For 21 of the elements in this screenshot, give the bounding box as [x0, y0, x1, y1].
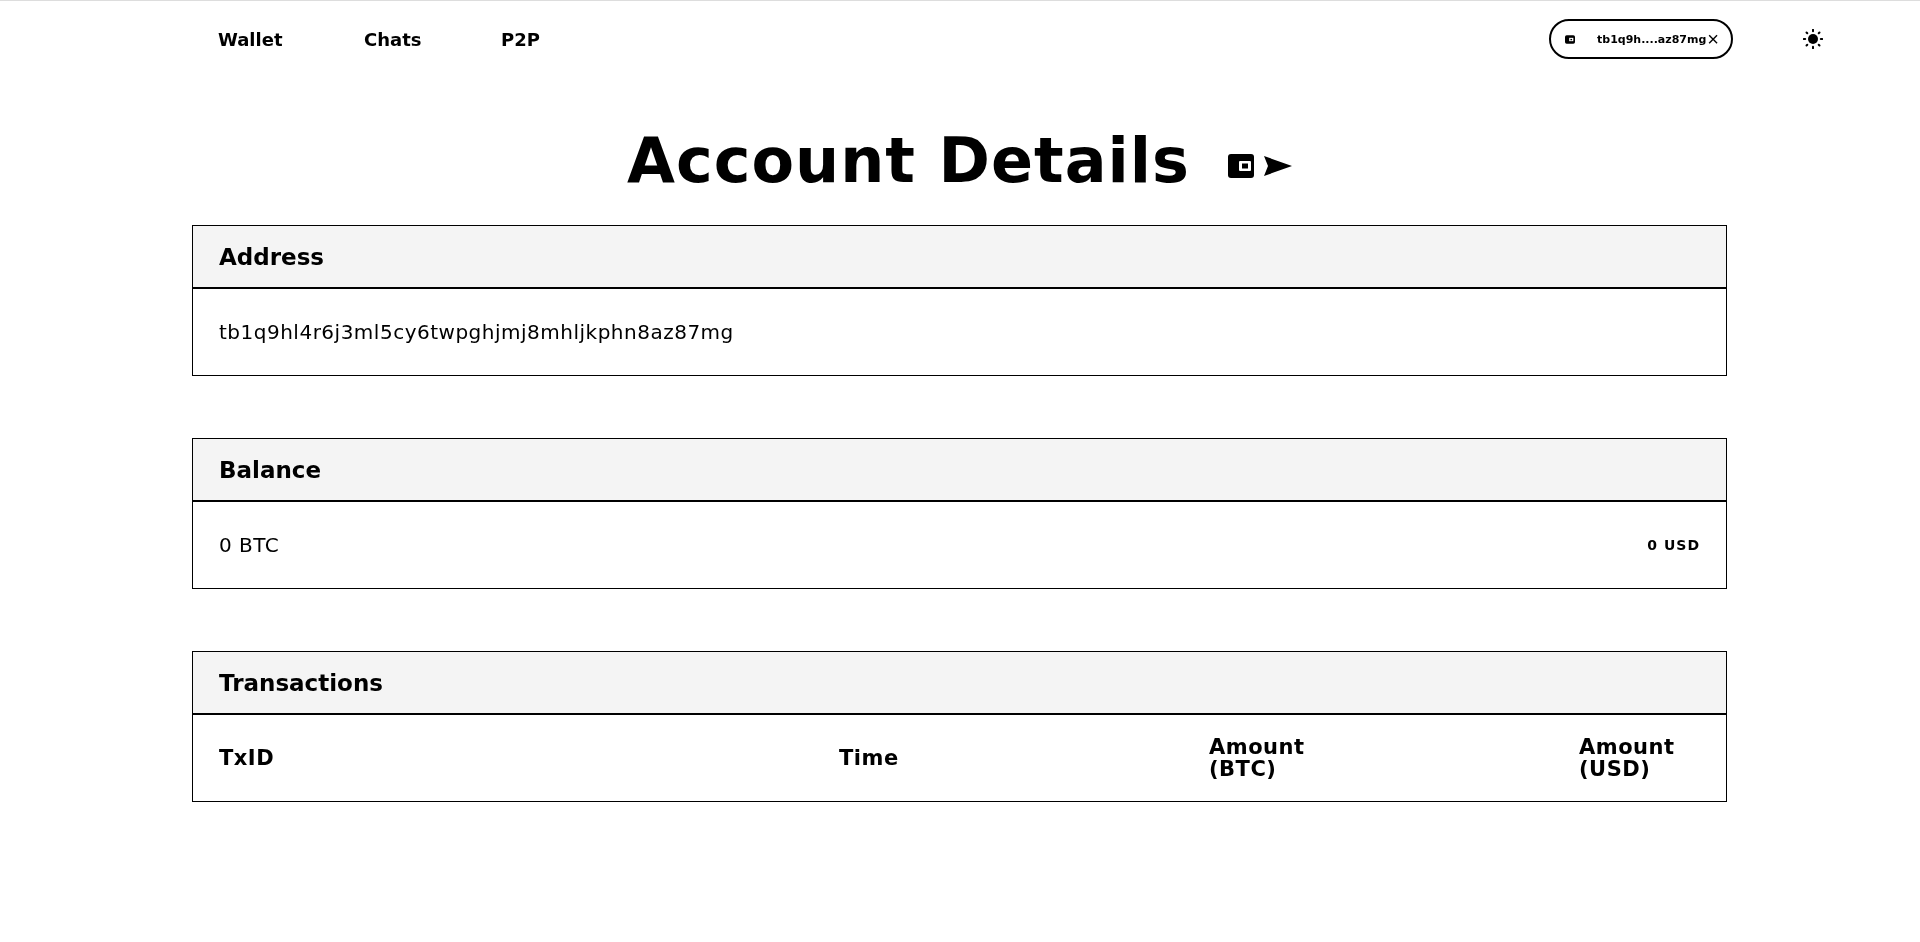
balance-usd: 0 USD [1647, 537, 1700, 553]
account-pill[interactable]: tb1q9h....az87mg× [1549, 19, 1733, 59]
send-icon[interactable] [1264, 156, 1292, 176]
wallet-icon[interactable] [1228, 154, 1254, 178]
wallet-icon [1565, 34, 1575, 44]
column-header: Time [839, 747, 900, 769]
card-title: Transactions [219, 669, 383, 696]
card-title: Balance [219, 456, 322, 483]
balance-btc: 0 BTC [219, 533, 280, 557]
nav-link[interactable]: Wallet [218, 28, 364, 50]
card-title: Address [219, 243, 325, 270]
nav-link[interactable]: P2P [501, 28, 540, 50]
nav-link[interactable]: Chats [364, 28, 501, 50]
column-header: Amount (USD) [1579, 736, 1676, 780]
column-header: Amount (BTC) [1209, 736, 1306, 780]
page-title: Account Details [627, 123, 1190, 197]
disconnect-button[interactable]: × [1707, 29, 1719, 49]
theme-toggle-icon[interactable] [1803, 29, 1823, 49]
column-header: TxID [219, 747, 276, 769]
wallet-address: tb1q9h....az87mg [1597, 32, 1707, 46]
address-value: tb1q9hl4r6j3ml5cy6twpghjmj8mhljkphn8az87mg [219, 320, 734, 344]
